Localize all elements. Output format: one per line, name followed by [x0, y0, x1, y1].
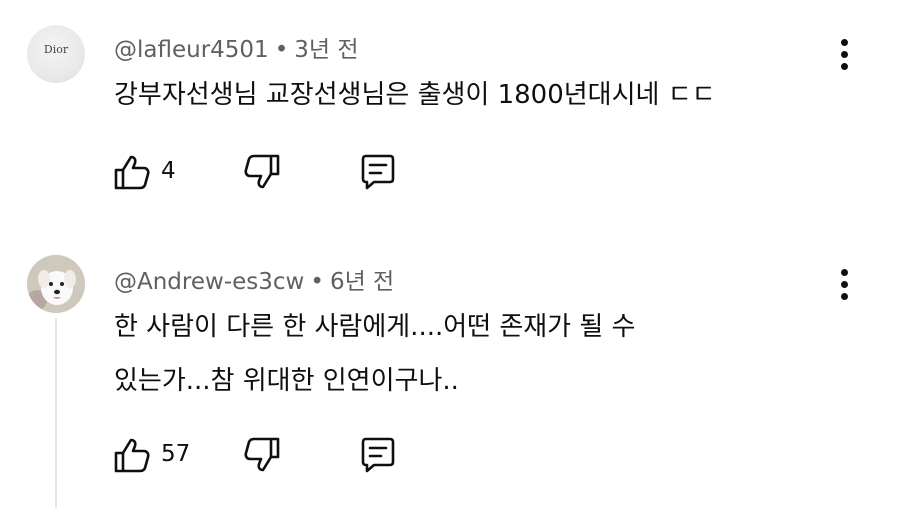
comment-text: 강부자선생님 교장선생님은 출생이 1800년대시네 ㄷㄷ: [114, 68, 814, 122]
reply-button[interactable]: [358, 435, 398, 475]
avatar[interactable]: Dior: [27, 25, 85, 83]
comment-text-line: 있는가...참 위대한 인연이구나..: [114, 366, 459, 396]
comment-author[interactable]: @lafleur4501: [114, 37, 269, 63]
like-button[interactable]: [112, 435, 152, 475]
like-count: 57: [161, 441, 191, 467]
comment-meta: @Andrew-es3cw • 6년 전: [114, 262, 394, 296]
like-button[interactable]: [112, 152, 152, 192]
comment-meta: @lafleur4501 • 3년 전: [114, 30, 359, 64]
comment-text-line: 한 사람이 다른 한 사람에게....어떤 존재가 될 수: [114, 312, 636, 342]
meta-separator: •: [310, 269, 324, 295]
dog-photo-icon: [27, 255, 85, 313]
avatar-logo-text: Dior: [43, 43, 69, 56]
dislike-button[interactable]: [242, 152, 282, 192]
like-count: 4: [161, 158, 176, 184]
comment-text: 한 사람이 다른 한 사람에게....어떤 존재가 될 수 있는가...참 위대…: [114, 300, 814, 408]
dislike-button[interactable]: [242, 435, 282, 475]
comment-time[interactable]: 3년 전: [294, 37, 358, 63]
avatar[interactable]: [27, 255, 85, 313]
thread-line: [55, 318, 57, 508]
comment-text-line: 강부자선생님 교장선생님은 출생이 1800년대시네 ㄷㄷ: [114, 80, 716, 110]
comment-item: @Andrew-es3cw • 6년 전 한 사람이 다른 한 사람에게....어떤…: [0, 240, 900, 508]
more-options-icon[interactable]: [832, 266, 856, 302]
meta-separator: •: [274, 37, 289, 63]
more-options-icon[interactable]: [832, 36, 856, 72]
comment-item: Dior @lafleur4501 • 3년 전 강부자선생님 교장선생님은 출생이…: [0, 0, 900, 240]
comment-author[interactable]: @Andrew-es3cw: [114, 269, 304, 295]
reply-button[interactable]: [358, 152, 398, 192]
thumbs-down-icon: [244, 154, 280, 189]
comment-time[interactable]: 6년 전: [330, 269, 394, 295]
thumbs-up-icon: [114, 438, 150, 473]
thumbs-down-icon: [244, 437, 280, 472]
reply-icon: [361, 437, 395, 473]
thumbs-up-icon: [114, 155, 150, 190]
reply-icon: [361, 154, 395, 190]
